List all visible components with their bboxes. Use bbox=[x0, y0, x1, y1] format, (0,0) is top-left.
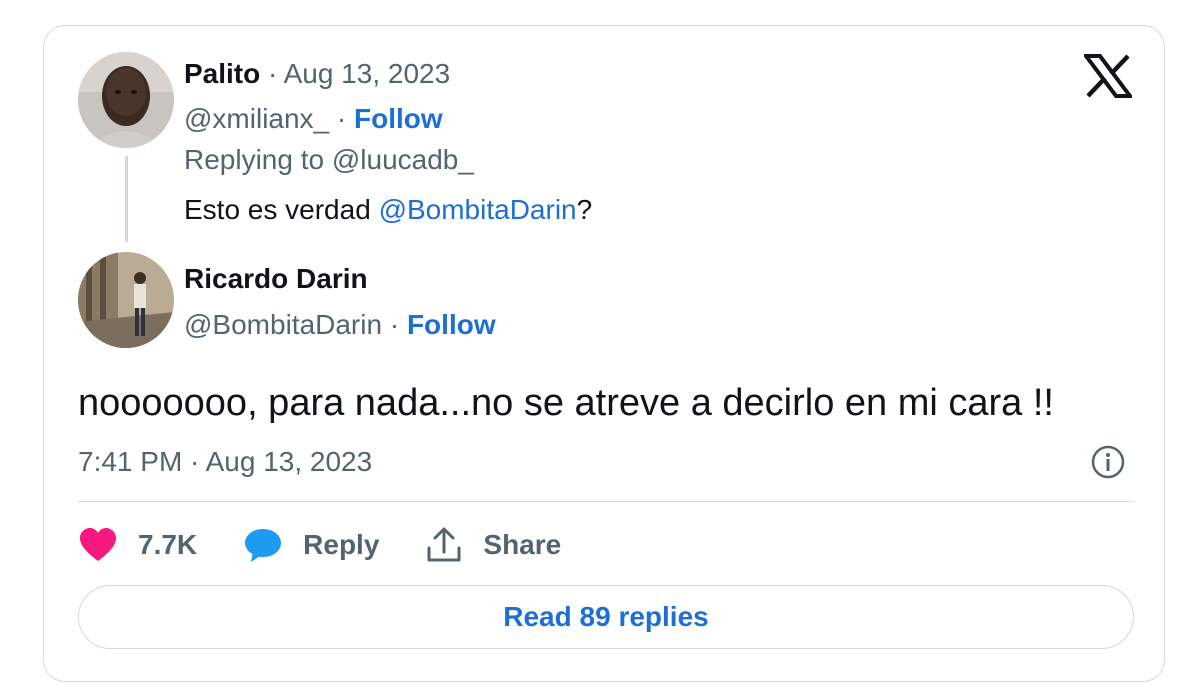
share-label: Share bbox=[483, 529, 562, 560]
quoted-header: Palito · Aug 13, 2023 bbox=[184, 56, 450, 97]
thread-connector-line bbox=[125, 156, 128, 242]
x-logo-icon[interactable] bbox=[1082, 54, 1134, 98]
info-icon[interactable] bbox=[1090, 444, 1126, 480]
quoted-tweet-text: Esto es verdad @BombitaDarin? bbox=[184, 192, 592, 228]
author-header: Ricardo Darin bbox=[184, 261, 368, 302]
divider bbox=[78, 501, 1134, 502]
like-count: 7.7K bbox=[138, 529, 198, 560]
follow-author-button[interactable]: Follow bbox=[407, 309, 496, 340]
quoted-text-after: ? bbox=[576, 194, 593, 225]
mention-link[interactable]: @BombitaDarin bbox=[379, 194, 577, 225]
avatar-palito[interactable] bbox=[78, 52, 174, 148]
reply-bubble-icon bbox=[243, 527, 283, 563]
author-name[interactable]: Ricardo Darin bbox=[184, 263, 368, 294]
author-handle-row: @BombitaDarin · Follow bbox=[184, 307, 496, 348]
tweet-embed-card: Palito · Aug 13, 2023 @xmilianx_ · Follo… bbox=[43, 25, 1165, 682]
replying-prefix: Replying to bbox=[184, 144, 332, 175]
share-icon bbox=[425, 526, 463, 564]
quoted-author-name[interactable]: Palito bbox=[184, 58, 260, 89]
tweet-timestamp[interactable]: 7:41 PM · Aug 13, 2023 bbox=[78, 444, 372, 480]
quoted-text-before: Esto es verdad bbox=[184, 194, 379, 225]
read-replies-button[interactable]: Read 89 replies bbox=[78, 585, 1134, 649]
reply-label: Reply bbox=[303, 529, 380, 560]
tweet-text: nooooooo, para nada...no se atreve a dec… bbox=[78, 382, 1054, 424]
quoted-date[interactable]: Aug 13, 2023 bbox=[284, 58, 451, 89]
author-handle[interactable]: @BombitaDarin bbox=[184, 309, 382, 340]
replying-handle[interactable]: @luucadb_ bbox=[332, 144, 474, 175]
author-handle-separator: · bbox=[382, 309, 407, 340]
quoted-separator: · bbox=[260, 58, 284, 89]
avatar-ricardo-darin[interactable] bbox=[78, 252, 174, 348]
share-button[interactable]: Share bbox=[425, 526, 561, 564]
like-button[interactable]: 7.7K bbox=[78, 527, 197, 563]
quoted-handle-separator: · bbox=[329, 103, 355, 134]
quoted-handle-row: @xmilianx_ · Follow bbox=[184, 101, 443, 142]
reply-button[interactable]: Reply bbox=[243, 527, 379, 563]
quoted-author-handle[interactable]: @xmilianx_ bbox=[184, 103, 329, 134]
heart-icon bbox=[78, 527, 118, 563]
action-bar: 7.7K Reply Share bbox=[78, 521, 607, 569]
follow-palito-button[interactable]: Follow bbox=[354, 103, 443, 134]
replying-to: Replying to @luucadb_ bbox=[184, 142, 474, 183]
